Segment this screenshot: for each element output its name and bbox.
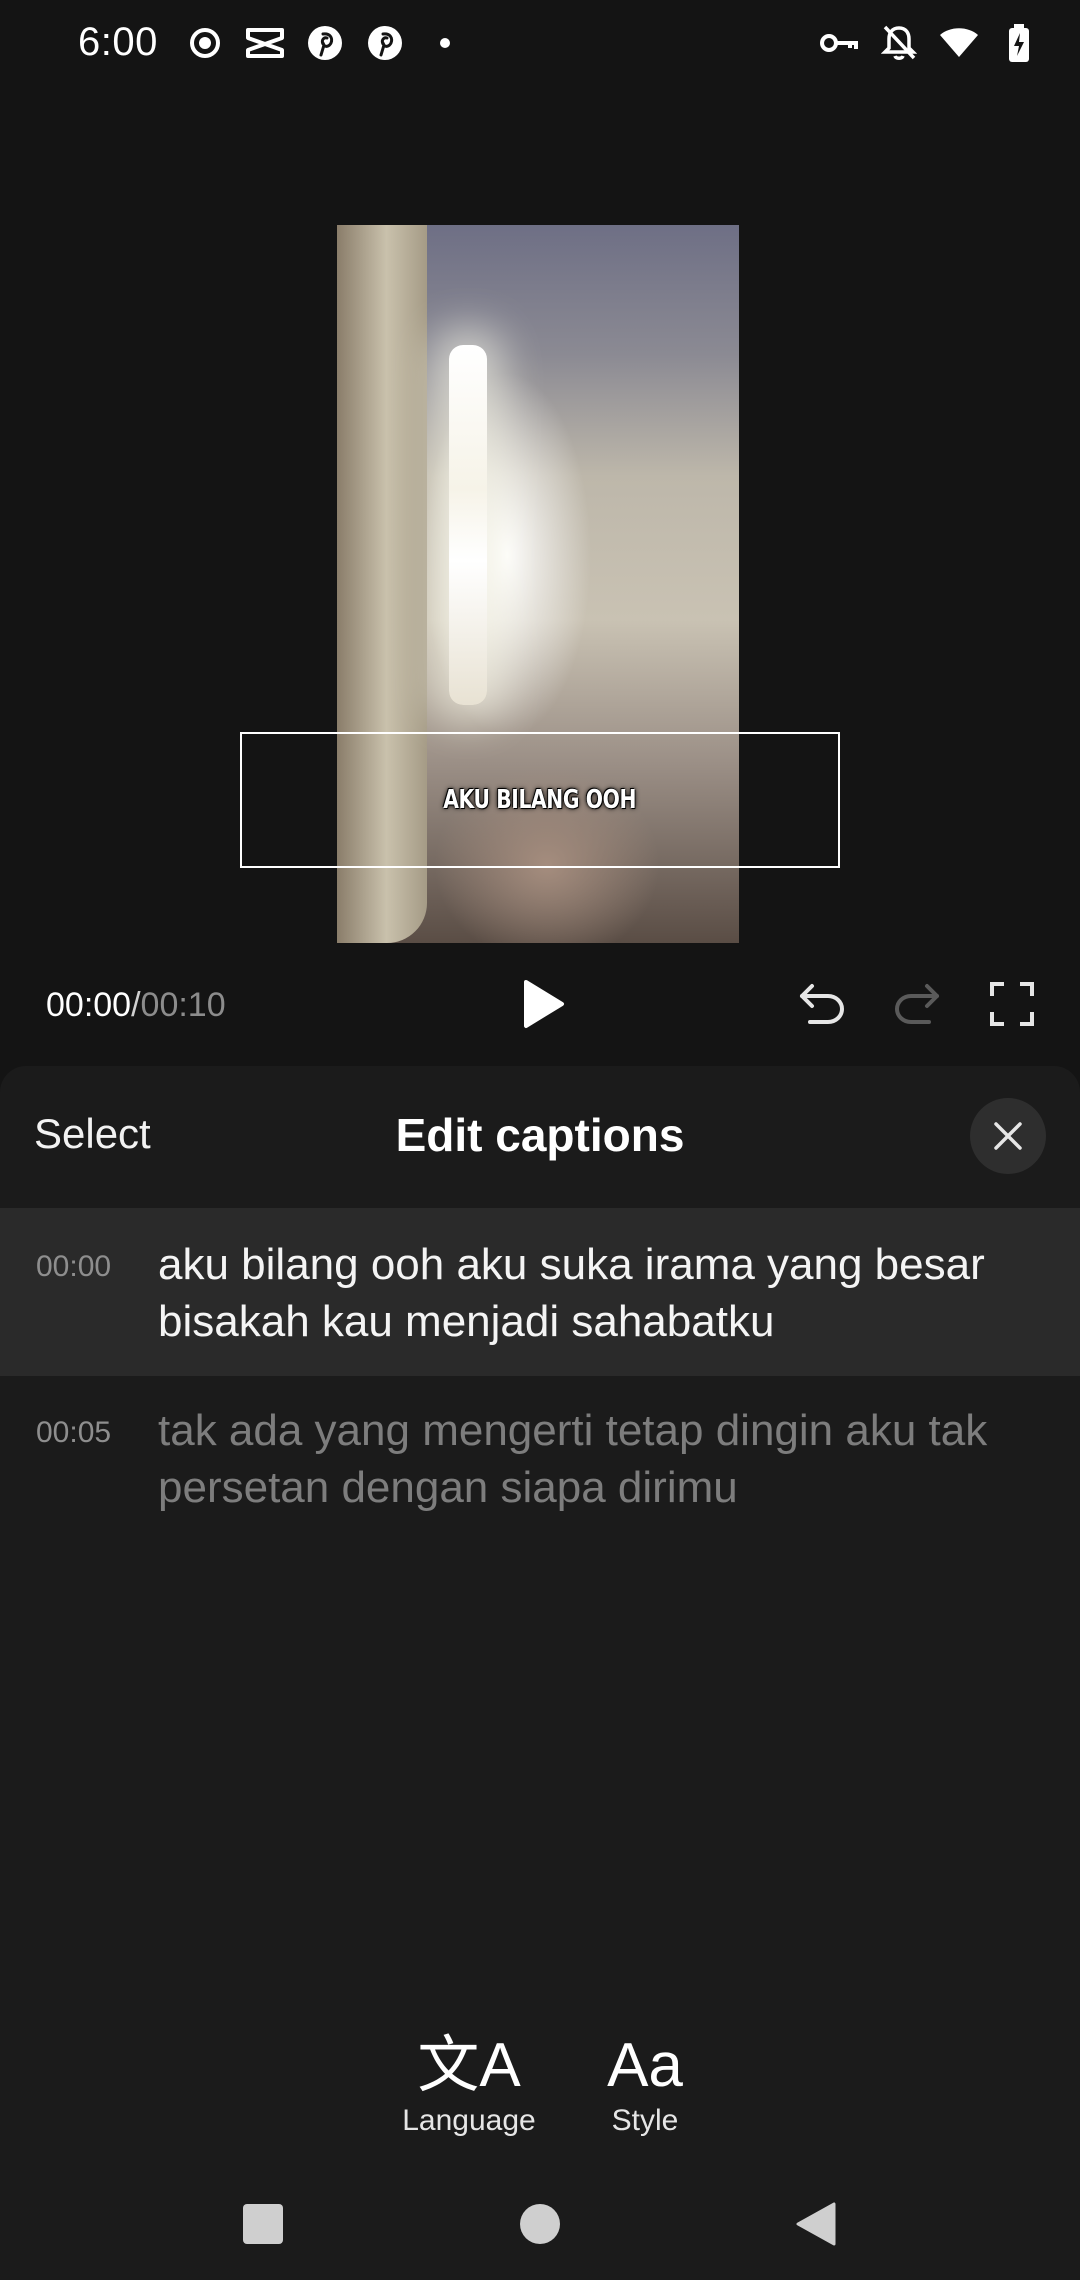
redo-button[interactable] bbox=[885, 972, 949, 1036]
caption-row[interactable]: 00:00 aku bilang ooh aku suka irama yang… bbox=[0, 1208, 1080, 1376]
battery-charging-icon bbox=[998, 22, 1040, 64]
caption-text[interactable]: aku bilang ooh aku suka irama yang besar… bbox=[158, 1236, 1038, 1350]
current-time: 00:00 bbox=[46, 986, 132, 1024]
caption-list: 00:00 aku bilang ooh aku suka irama yang… bbox=[0, 1208, 1080, 1526]
status-time: 6:00 bbox=[78, 20, 158, 64]
video-preview-area: AKU BILANG OOH bbox=[0, 86, 1080, 1026]
close-icon bbox=[994, 1122, 1022, 1150]
style-label: Style bbox=[611, 2104, 679, 2137]
language-label: Language bbox=[402, 2104, 536, 2137]
caption-tools: 文A Language Aa Style bbox=[0, 2030, 1080, 2160]
system-nav-bar bbox=[0, 2168, 1080, 2280]
sheet-header: Select Edit captions bbox=[0, 1066, 1080, 1208]
total-time: 00:10 bbox=[140, 986, 226, 1024]
player-controls: 00:00/00:10 bbox=[0, 960, 1080, 1052]
home-button[interactable] bbox=[510, 2194, 570, 2254]
square-icon bbox=[243, 2204, 283, 2244]
sheet-title: Edit captions bbox=[395, 1109, 685, 1161]
back-button[interactable] bbox=[786, 2194, 846, 2254]
caption-text[interactable]: tak ada yang mengerti tetap dingin aku t… bbox=[158, 1402, 1038, 1516]
undo-button[interactable] bbox=[790, 972, 854, 1036]
status-bar: 6:00 bbox=[0, 0, 1080, 86]
pinterest-icon bbox=[364, 22, 406, 64]
fullscreen-icon bbox=[990, 982, 1034, 1026]
caption-row[interactable]: 00:05 tak ada yang mengerti tetap dingin… bbox=[0, 1376, 1080, 1526]
caption-overlay-text: AKU BILANG OOH bbox=[443, 785, 637, 815]
recents-button[interactable] bbox=[233, 2194, 293, 2254]
caption-time: 00:05 bbox=[36, 1416, 112, 1449]
vpn-key-icon bbox=[818, 22, 860, 64]
undo-icon bbox=[800, 984, 845, 1024]
wifi-icon bbox=[938, 22, 980, 64]
video-content-lamp bbox=[449, 345, 487, 705]
triangle-back-icon bbox=[796, 2202, 836, 2246]
language-tool[interactable]: 文A Language bbox=[396, 2030, 542, 2138]
bell-off-icon bbox=[878, 22, 920, 64]
style-tool[interactable]: Aa Style bbox=[592, 2030, 698, 2138]
caption-overlay-box[interactable]: AKU BILANG OOH bbox=[240, 732, 840, 868]
translate-icon: 文A bbox=[417, 2031, 521, 2100]
dot-icon bbox=[424, 22, 466, 64]
capcut-icon bbox=[244, 22, 286, 64]
fullscreen-button[interactable] bbox=[980, 972, 1044, 1036]
circle-icon bbox=[520, 2204, 560, 2244]
timecode: 00:00/00:10 bbox=[46, 986, 226, 1025]
caption-time: 00:00 bbox=[36, 1250, 112, 1283]
play-icon bbox=[524, 980, 564, 1028]
close-button[interactable] bbox=[970, 1098, 1046, 1174]
status-left-icons bbox=[184, 22, 466, 64]
play-button[interactable] bbox=[510, 972, 574, 1036]
redo-icon bbox=[894, 984, 939, 1024]
time-separator: / bbox=[131, 986, 141, 1024]
pinterest-icon bbox=[304, 22, 346, 64]
status-right-icons bbox=[818, 22, 1040, 64]
record-icon bbox=[184, 22, 226, 64]
text-style-icon: Aa bbox=[607, 2031, 683, 2100]
